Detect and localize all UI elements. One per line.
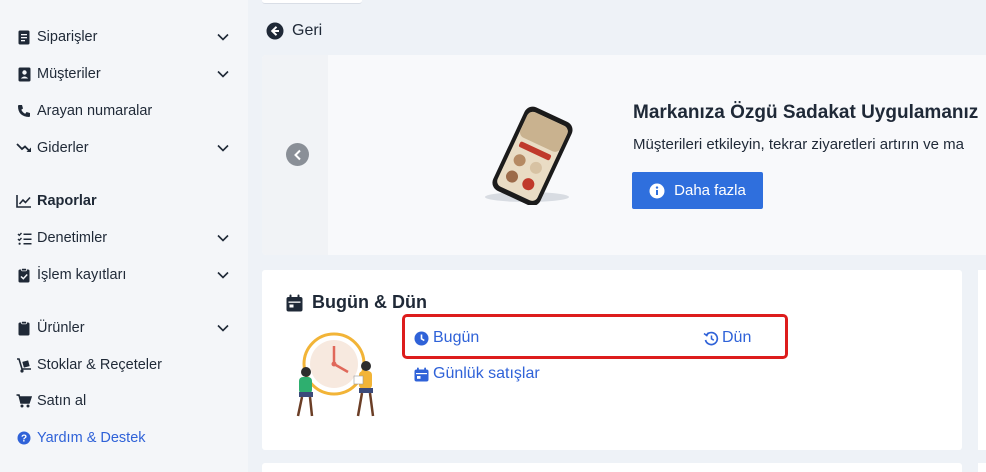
sidebar-item-label: Satın al: [37, 393, 87, 409]
sidebar-item-expenses[interactable]: Giderler: [16, 135, 230, 161]
line-chart-icon: [16, 193, 32, 209]
chevron-down-icon: [216, 231, 230, 245]
contact-book-icon: [16, 66, 32, 82]
back-button[interactable]: Geri: [266, 22, 322, 40]
calendar-icon: [414, 367, 429, 382]
yesterday-link-label: Dün: [722, 329, 752, 346]
sidebar-item-label: Siparişler: [37, 29, 98, 45]
promo-banner: Markanıza Özgü Sadakat Uygulamanız Müşte…: [262, 55, 986, 255]
calendar-icon: [286, 294, 304, 312]
today-yesterday-card: Bugün & Dün Bugün Dün Günlük satışlar: [262, 270, 962, 450]
sidebar-item-label: Ürünler: [37, 320, 85, 336]
cart-icon: [16, 393, 32, 409]
chevron-down-icon: [216, 141, 230, 155]
sidebar: Siparişler Müşteriler Arayan numaralar G…: [0, 0, 248, 472]
clipboard-icon: [16, 320, 32, 336]
clipboard-check-icon: [16, 267, 32, 283]
daily-sales-link[interactable]: Günlük satışlar: [414, 365, 540, 383]
receipt-icon: [16, 29, 32, 45]
dolly-icon: [16, 357, 32, 373]
sidebar-item-label: Arayan numaralar: [37, 103, 153, 119]
more-button[interactable]: Daha fazla: [632, 172, 763, 209]
checklist-icon: [16, 230, 32, 246]
sidebar-item-label: İşlem kayıtları: [37, 267, 127, 283]
back-label: Geri: [292, 22, 323, 39]
chevron-left-icon: [293, 149, 301, 160]
more-button-label: Daha fazla: [674, 182, 746, 199]
sidebar-item-orders[interactable]: Siparişler: [16, 24, 230, 50]
sidebar-item-label: Müşteriler: [37, 66, 101, 82]
banner-title: Markanıza Özgü Sadakat Uygulamanız: [633, 102, 979, 123]
today-link-label: Bugün: [433, 329, 480, 346]
info-circle-icon: [649, 183, 665, 199]
next-card-edge-right: [978, 463, 986, 472]
sidebar-item-label: Denetimler: [37, 230, 108, 246]
sidebar-item-label: Stoklar & Reçeteler: [37, 357, 162, 373]
help-circle-icon: ?: [16, 430, 32, 446]
yesterday-link[interactable]: Dün: [703, 329, 751, 347]
history-icon: [703, 331, 719, 346]
top-tab-stub: [262, 0, 362, 4]
adjacent-card-edge: [978, 270, 986, 450]
sidebar-item-stocks-recipes[interactable]: Stoklar & Reçeteler: [16, 352, 230, 378]
chevron-down-icon: [216, 67, 230, 81]
daily-sales-link-label: Günlük satışlar: [433, 365, 540, 382]
sidebar-item-help-support[interactable]: ? Yardım & Destek: [16, 425, 230, 451]
sidebar-item-reports[interactable]: Raporlar: [16, 188, 230, 214]
card-header: Bugün & Dün: [286, 292, 427, 313]
sidebar-item-label: Giderler: [37, 140, 89, 156]
sidebar-item-products[interactable]: Ürünler: [16, 315, 230, 341]
banner-subtitle: Müşterileri etkileyin, tekrar ziyaretler…: [633, 136, 964, 153]
clock-icon: [414, 331, 429, 346]
carousel-prev-button[interactable]: [286, 143, 309, 166]
sidebar-item-callers[interactable]: Arayan numaralar: [16, 98, 230, 124]
arrow-left-circle-icon: [266, 22, 284, 40]
next-card-edge: [262, 463, 962, 472]
chevron-down-icon: [216, 30, 230, 44]
trend-down-icon: [16, 140, 32, 156]
sidebar-item-label: Raporlar: [37, 193, 97, 209]
clock-people-illustration: [286, 328, 386, 423]
sidebar-item-transaction-logs[interactable]: İşlem kayıtları: [16, 262, 230, 288]
today-link[interactable]: Bugün: [414, 329, 479, 347]
phone-illustration: [467, 105, 597, 207]
sidebar-item-buy[interactable]: Satın al: [16, 388, 230, 414]
chevron-down-icon: [216, 321, 230, 335]
phone-icon: [16, 103, 32, 119]
sidebar-item-label: Yardım & Destek: [37, 430, 146, 446]
svg-text:?: ?: [21, 434, 27, 445]
card-title: Bugün & Dün: [312, 292, 427, 312]
sidebar-item-audits[interactable]: Denetimler: [16, 225, 230, 251]
chevron-down-icon: [216, 268, 230, 282]
sidebar-item-customers[interactable]: Müşteriler: [16, 61, 230, 87]
